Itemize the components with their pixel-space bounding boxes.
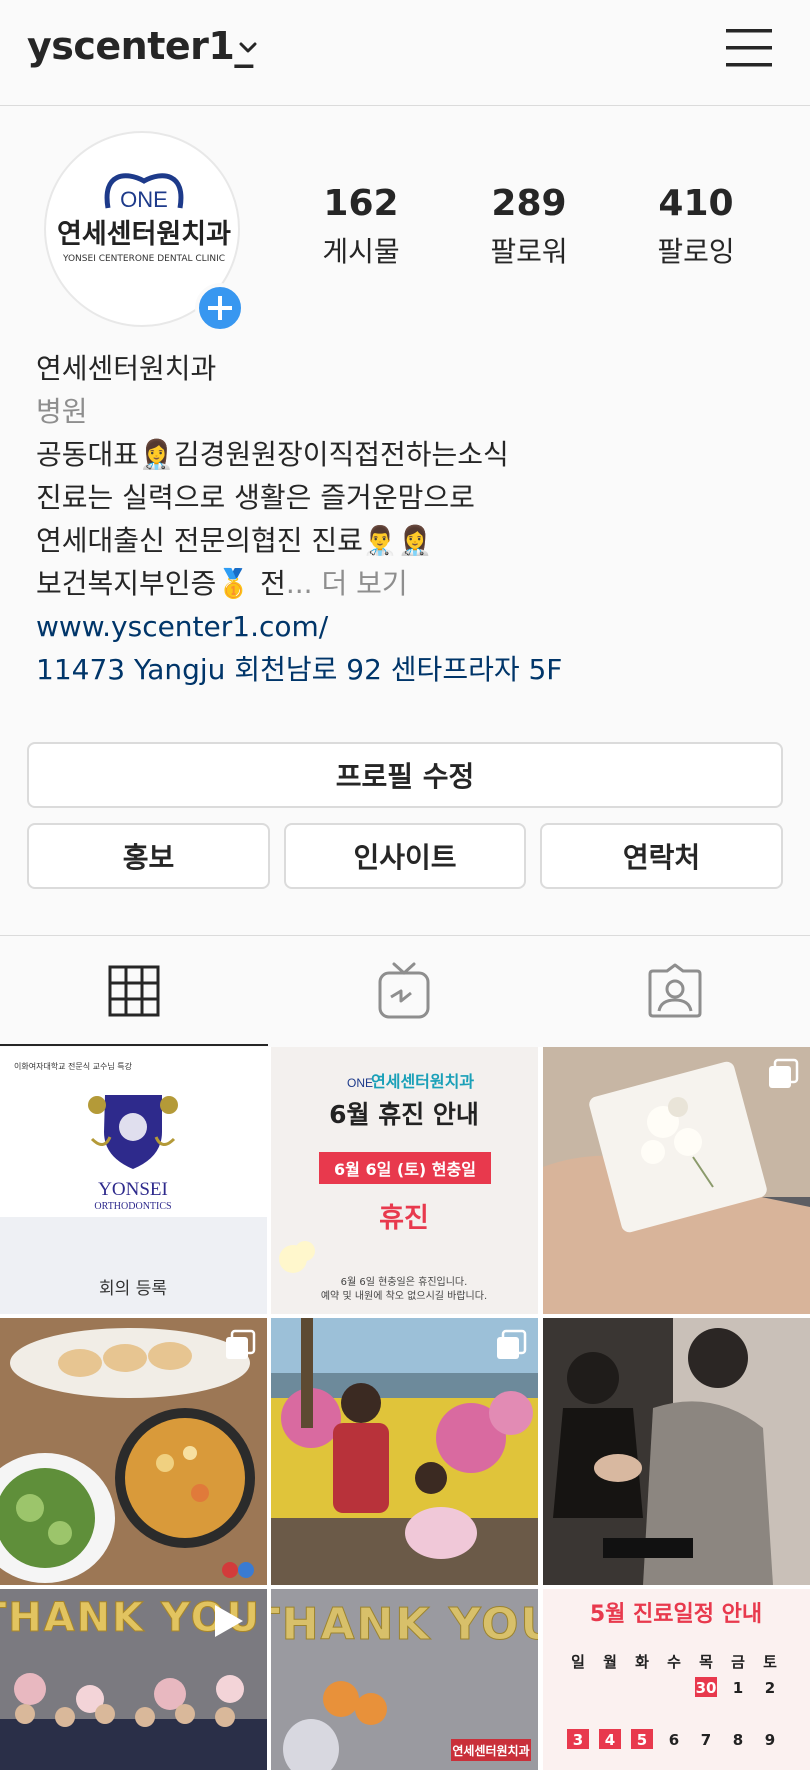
followers-label: 팔로워: [490, 234, 568, 268]
calendar-day-sat: 토: [763, 1653, 777, 1671]
portrait-photo: [543, 1318, 810, 1585]
tab-grid[interactable]: [0, 936, 268, 1046]
account-username[interactable]: yscenter1_: [27, 24, 253, 68]
post1-brand-sub: ORTHODONTICS: [94, 1201, 171, 1212]
post-thumbnail-6[interactable]: [543, 1318, 810, 1585]
active-tab-indicator: [0, 1044, 268, 1046]
insights-button[interactable]: 인사이트: [284, 823, 526, 889]
bio-line-2: 진료는 실력으로 생활은 즐거운맘으로: [36, 481, 475, 514]
calendar-day-tue: 화: [635, 1653, 649, 1671]
logo-sub-text: YONSEI CENTERONE DENTAL CLINIC: [62, 254, 225, 264]
calendar-date-1: 1: [733, 1679, 743, 1697]
igtv-icon: [378, 962, 430, 1019]
tab-tagged[interactable]: [540, 936, 810, 1046]
post2-date: 6월 6일 (토) 현충일: [334, 1160, 476, 1179]
post-thumbnail-4[interactable]: [0, 1318, 267, 1585]
grid-icon: [108, 965, 160, 1017]
stat-posts[interactable]: 162 게시물: [286, 184, 436, 270]
stat-followers[interactable]: 289 팔로워: [454, 184, 604, 270]
contact-button[interactable]: 연락처: [540, 823, 783, 889]
calendar-date-4: 4: [605, 1731, 615, 1749]
calendar-day-thu: 목: [699, 1653, 713, 1671]
post-thumbnail-9[interactable]: 5월 진료일정 안내 일 월 화 수 목 금 토 30 1 2 3 4 5 6 …: [543, 1589, 810, 1770]
multiple-posts-icon: [497, 1329, 527, 1359]
bio-line-4: 보건복지부인증🥇 전... 더 보기: [36, 562, 786, 605]
posts-count: 162: [323, 183, 399, 224]
post2-logo-mark: ONE: [347, 1076, 373, 1090]
multiple-posts-icon: [769, 1058, 799, 1088]
calendar-date-3: 3: [573, 1731, 583, 1749]
post2-status: 휴진: [379, 1203, 429, 1234]
calendar-day-mon: 월: [603, 1653, 617, 1671]
post8-sign-text: 연세센터원치과: [452, 1743, 529, 1758]
post2-logo-name: 연세센터원치과: [371, 1072, 474, 1091]
calendar-day-sun: 일: [571, 1653, 585, 1671]
thank-you-group-photo: THANK YOU: [0, 1589, 267, 1770]
profile-category: 병원: [36, 395, 88, 428]
promote-button[interactable]: 홍보: [27, 823, 270, 889]
post-thumbnail-1[interactable]: 이화여자대학교 전문식 교수님 특강 YONSEI ORTHODONTICS 회…: [0, 1047, 267, 1314]
website-link[interactable]: www.yscenter1.com/: [36, 605, 786, 648]
calendar-date-2: 2: [765, 1679, 775, 1697]
thank-you-balloons-photo: THANK YOU 연세센터원치과: [271, 1589, 538, 1770]
post1-caption: 회의 등록: [99, 1279, 167, 1299]
edit-profile-button[interactable]: 프로필 수정: [27, 742, 783, 808]
post2-note1: 6월 6일 현충일은 휴진입니다.: [341, 1275, 468, 1288]
add-story-plus-icon[interactable]: [195, 283, 245, 333]
bio-line-3: 연세대출신 전문의협진 진료👨‍⚕️👩‍⚕️: [36, 524, 433, 557]
address-link[interactable]: 11473 Yangju 회천남로 92 센타프라자 5F: [36, 648, 786, 691]
post-thumbnail-7[interactable]: THANK YOU: [0, 1589, 267, 1770]
bio-line-4-text: 보건복지부인증🥇 전: [36, 567, 286, 600]
profile-tabs: [0, 935, 810, 1046]
post1-top-text: 이화여자대학교 전문식 교수님 특강: [14, 1061, 133, 1071]
calendar-day-fri: 금: [731, 1653, 745, 1671]
post-thumbnail-8[interactable]: THANK YOU 연세센터원치과: [271, 1589, 538, 1770]
posts-label: 게시물: [322, 234, 400, 268]
post2-note2: 예약 및 내원에 착오 없으시길 바랍니다.: [321, 1289, 487, 1302]
post8-balloon-text: THANK YOU: [271, 1599, 538, 1650]
following-count: 410: [658, 183, 734, 224]
post9-title: 5월 진료일정 안내: [590, 1602, 762, 1627]
post1-brand: YONSEI: [98, 1179, 168, 1200]
top-bar: yscenter1_: [0, 0, 810, 106]
more-link[interactable]: ... 더 보기: [286, 567, 408, 600]
profile-bio: 연세센터원치과 병원 공동대표👩‍⚕️김경원원장이직접전하는소식 진료는 실력으…: [36, 347, 786, 691]
tagged-icon: [648, 963, 702, 1018]
logo-mark-text: ONE: [120, 187, 168, 212]
following-label: 팔로잉: [657, 234, 735, 268]
multiple-posts-icon: [226, 1329, 256, 1359]
post-thumbnail-5[interactable]: [271, 1318, 538, 1585]
calendar-day-wed: 수: [667, 1653, 681, 1671]
profile-name: 연세센터원치과: [36, 352, 217, 385]
calendar-date-30: 30: [696, 1679, 717, 1697]
post-thumbnail-2[interactable]: ONE 연세센터원치과 6월 휴진 안내 6월 6일 (토) 현충일 휴진 6월…: [271, 1047, 538, 1314]
logo-name-text: 연세센터원치과: [57, 219, 231, 250]
stat-following[interactable]: 410 팔로잉: [621, 184, 771, 270]
calendar-date-8: 8: [733, 1731, 743, 1749]
hamburger-menu-icon[interactable]: [724, 26, 774, 70]
bio-line-1: 공동대표👩‍⚕️김경원원장이직접전하는소식: [36, 438, 509, 471]
chevron-down-icon[interactable]: [238, 38, 258, 58]
calendar-date-7: 7: [701, 1731, 711, 1749]
tab-igtv[interactable]: [268, 936, 540, 1046]
post2-title: 6월 휴진 안내: [329, 1100, 479, 1129]
calendar-date-5: 5: [637, 1731, 647, 1749]
calendar-date-9: 9: [765, 1731, 775, 1749]
posts-grid: 이화여자대학교 전문식 교수님 특강 YONSEI ORTHODONTICS 회…: [0, 1047, 810, 1770]
followers-count: 289: [491, 183, 567, 224]
calendar-date-6: 6: [669, 1731, 679, 1749]
post-thumbnail-3[interactable]: [543, 1047, 810, 1314]
